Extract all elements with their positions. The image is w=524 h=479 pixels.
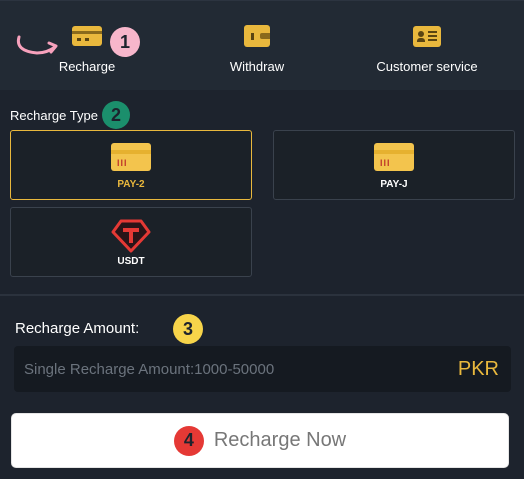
- nav-item-recharge[interactable]: Recharge: [7, 23, 167, 74]
- recharge-amount-label: Recharge Amount:: [15, 320, 140, 337]
- bank-card-icon: [72, 23, 102, 47]
- payment-option-label: PAY-J: [380, 179, 408, 190]
- recharge-now-button[interactable]: 4 Recharge Now: [11, 413, 509, 468]
- wallet-icon: [242, 23, 272, 47]
- section-divider: [0, 294, 524, 296]
- recharge-type-title: Recharge Type: [10, 108, 98, 123]
- payment-option-pay-2[interactable]: III PAY-2: [10, 130, 252, 200]
- recharge-amount-input[interactable]: [24, 346, 424, 392]
- nav-item-label: Recharge: [58, 59, 116, 74]
- payment-option-label: PAY-2: [117, 179, 145, 190]
- payment-option-usdt[interactable]: USDT: [10, 207, 252, 277]
- step-badge-2: 2: [102, 101, 130, 129]
- payment-card-icon: III: [374, 143, 414, 171]
- step-badge-1: 1: [110, 27, 140, 57]
- step-badge-4: 4: [173, 425, 204, 456]
- recharge-now-label: Recharge Now: [213, 429, 347, 451]
- currency-label: PKR: [457, 358, 499, 380]
- top-navigation: Recharge 1 Withdraw Customer service: [0, 0, 524, 90]
- tether-logo-icon: [111, 219, 151, 253]
- payment-option-label: USDT: [117, 256, 145, 267]
- nav-item-label: Withdraw: [229, 59, 285, 74]
- payment-option-pay-j[interactable]: III PAY-J: [273, 130, 515, 200]
- payment-card-icon: III: [111, 143, 151, 171]
- id-card-icon: [412, 23, 442, 47]
- nav-item-label: Customer service: [376, 59, 478, 74]
- step-badge-3: 3: [173, 314, 203, 344]
- nav-item-customer-service[interactable]: Customer service: [347, 23, 507, 74]
- amount-field: PKR: [14, 346, 511, 392]
- nav-item-withdraw[interactable]: Withdraw: [177, 23, 337, 74]
